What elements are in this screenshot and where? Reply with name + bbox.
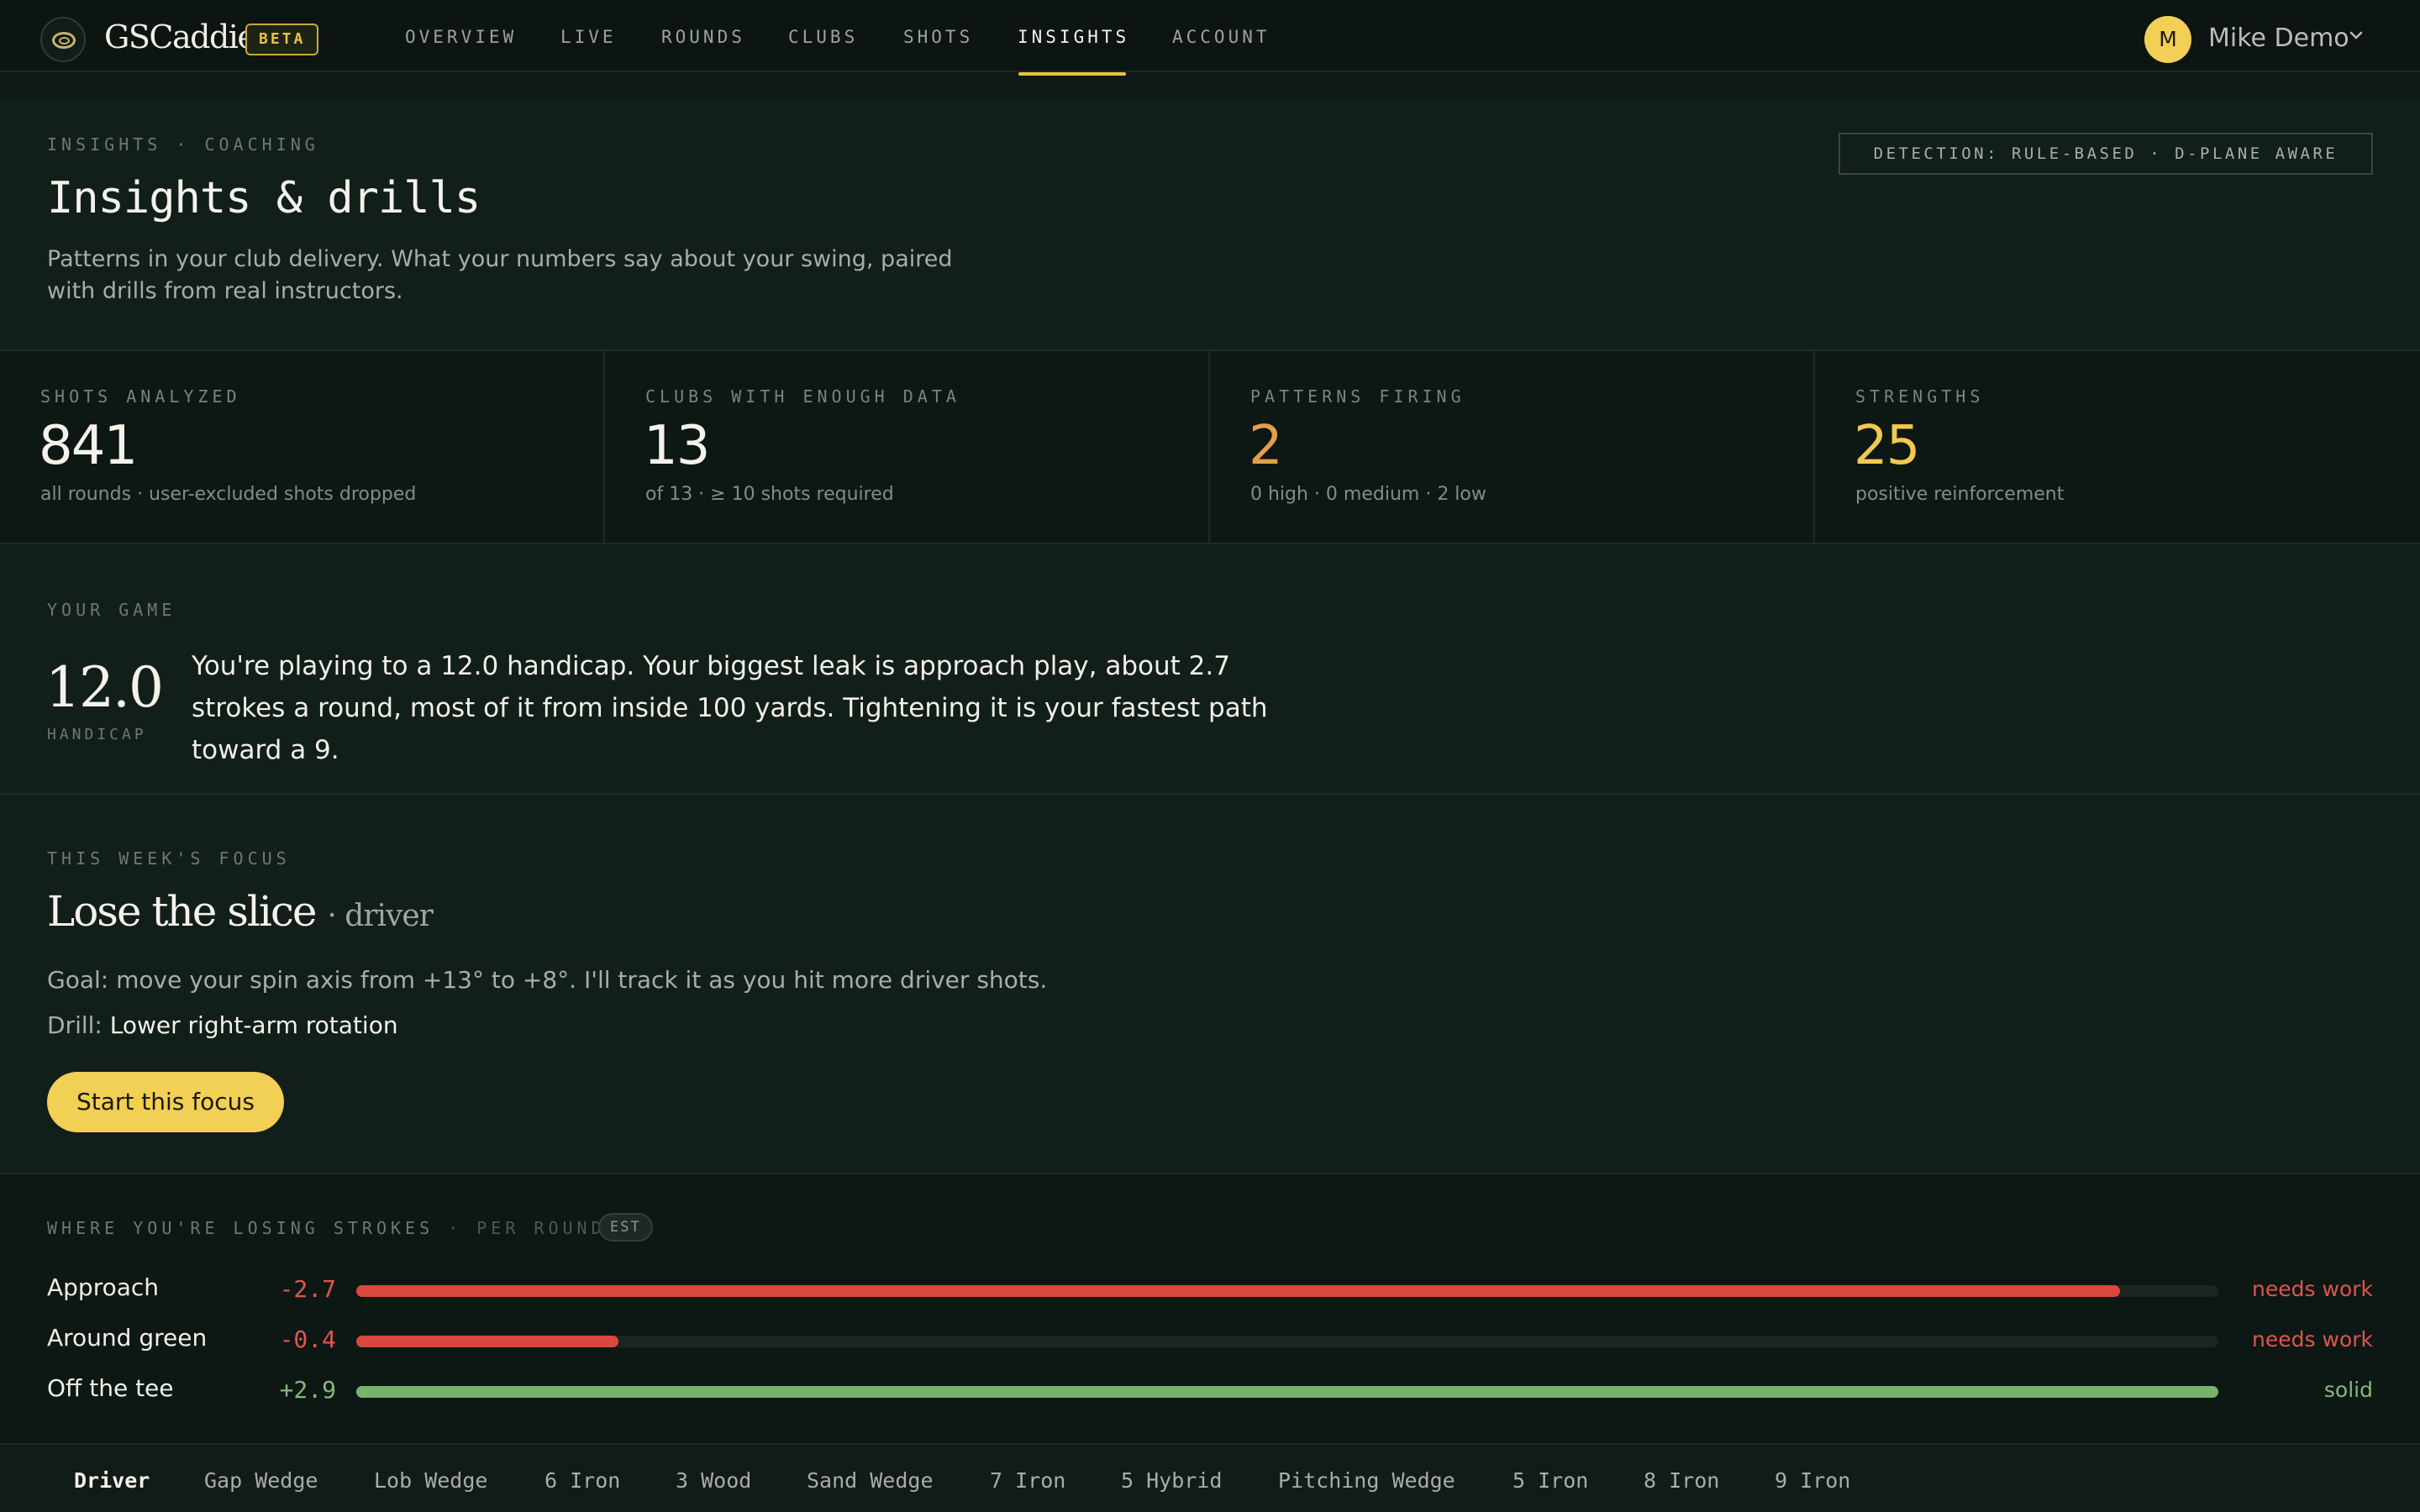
- club-tabs: Driver Gap Wedge Lob Wedge 6 Iron 3 Wood…: [0, 1445, 2420, 1512]
- strokes-value: +2.9: [279, 1376, 336, 1404]
- strokes-category: Around green: [47, 1324, 208, 1352]
- strokes-bar-fill: [356, 1386, 2218, 1398]
- strokes-row: Off the tee +2.9 solid: [0, 1374, 2420, 1408]
- strokes-value: -0.4: [279, 1326, 336, 1353]
- nav-overview[interactable]: OVERVIEW: [405, 27, 517, 47]
- strokes-status: solid: [2323, 1378, 2373, 1402]
- stat-sub: of 13 · ≥ 10 shots required: [645, 484, 894, 505]
- stat-label: PATTERNS FIRING: [1250, 386, 1465, 407]
- est-badge: EST: [598, 1213, 653, 1242]
- user-name[interactable]: Mike Demo: [2208, 24, 2349, 53]
- focus-title: Lose the slice · driver: [47, 887, 434, 936]
- club-tab-driver[interactable]: Driver: [74, 1468, 150, 1493]
- top-nav: GSCaddie BETA OVERVIEW LIVE ROUNDS CLUBS…: [0, 0, 2420, 72]
- stat-label: SHOTS ANALYZED: [40, 386, 241, 407]
- weekly-focus-section: THIS WEEK'S FOCUS Lose the slice · drive…: [0, 795, 2420, 1174]
- club-tab-6-iron[interactable]: 6 Iron: [544, 1468, 620, 1493]
- game-summary: You're playing to a 12.0 handicap. Your …: [192, 651, 1268, 765]
- club-tab-9-iron[interactable]: 9 Iron: [1775, 1468, 1850, 1493]
- strokes-category: Off the tee: [47, 1374, 174, 1402]
- page-title: Insights & drills: [47, 173, 481, 223]
- strokes-eyebrow-suffix: · PER ROUND: [448, 1218, 606, 1238]
- stat-shots-analyzed: SHOTS ANALYZED 841 all rounds · user-exc…: [0, 351, 605, 543]
- strokes-status: needs work: [2252, 1327, 2373, 1352]
- drill-prefix: Drill:: [47, 1011, 103, 1039]
- nav-account[interactable]: ACCOUNT: [1172, 27, 1270, 47]
- stats-row: SHOTS ANALYZED 841 all rounds · user-exc…: [0, 351, 2420, 544]
- chevron-down-icon[interactable]: [2348, 29, 2365, 43]
- club-tab-sand-wedge[interactable]: Sand Wedge: [807, 1468, 934, 1493]
- stat-sub: positive reinforcement: [1855, 484, 2065, 505]
- stat-strengths: STRENGTHS 25 positive reinforcement: [1815, 351, 2420, 543]
- strokes-row: Around green -0.4 needs work: [0, 1324, 2420, 1357]
- strokes-status: needs work: [2252, 1277, 2373, 1301]
- focus-goal: Goal: move your spin axis from +13° to +…: [47, 966, 1048, 994]
- focus-title-text: Lose the slice: [47, 887, 317, 936]
- nav-insights[interactable]: INSIGHTS: [1018, 27, 1129, 47]
- strokes-value: -2.7: [279, 1275, 336, 1303]
- club-tab-8-iron[interactable]: 8 Iron: [1644, 1468, 1719, 1493]
- header-eyebrow: INSIGHTS · COACHING: [47, 134, 319, 155]
- club-tab-5-hybrid[interactable]: 5 Hybrid: [1121, 1468, 1222, 1493]
- your-game-eyebrow: YOUR GAME: [47, 600, 176, 620]
- start-focus-button[interactable]: Start this focus: [47, 1072, 284, 1132]
- stat-value: 841: [39, 415, 138, 477]
- club-tab-gap-wedge[interactable]: Gap Wedge: [204, 1468, 318, 1493]
- focus-eyebrow: THIS WEEK'S FOCUS: [47, 848, 291, 869]
- strokes-eyebrow: WHERE YOU'RE LOSING STROKES · PER ROUND: [47, 1218, 606, 1238]
- strokes-eyebrow-main: WHERE YOU'RE LOSING STROKES: [47, 1218, 434, 1238]
- club-tab-3-wood[interactable]: 3 Wood: [676, 1468, 751, 1493]
- handicap-value: 12.0: [45, 655, 164, 720]
- club-tab-7-iron[interactable]: 7 Iron: [990, 1468, 1065, 1493]
- strokes-row: Approach -2.7 needs work: [0, 1273, 2420, 1307]
- nav-clubs[interactable]: CLUBS: [788, 27, 858, 47]
- active-tab-indicator: [1018, 72, 1126, 76]
- strokes-bar-track: [356, 1386, 2218, 1398]
- nav-rounds[interactable]: ROUNDS: [661, 27, 745, 47]
- detection-badge: DETECTION: RULE-BASED · D-PLANE AWARE: [1839, 133, 2373, 175]
- handicap-label: HANDICAP: [47, 726, 147, 743]
- stat-sub: all rounds · user-excluded shots dropped: [40, 484, 417, 505]
- strokes-lost-section: WHERE YOU'RE LOSING STROKES · PER ROUND …: [0, 1174, 2420, 1445]
- strokes-bar-fill: [356, 1336, 619, 1347]
- strokes-bar-fill: [356, 1285, 2120, 1297]
- stat-clubs-with-data: CLUBS WITH ENOUGH DATA 13 of 13 · ≥ 10 s…: [605, 351, 1210, 543]
- your-game-section: YOUR GAME 12.0 HANDICAP You're playing t…: [0, 544, 2420, 795]
- beta-badge: BETA: [245, 24, 319, 55]
- nav-shots[interactable]: SHOTS: [903, 27, 973, 47]
- page-description: Patterns in your club delivery. What you…: [47, 246, 953, 304]
- club-tab-lob-wedge[interactable]: Lob Wedge: [374, 1468, 487, 1493]
- club-tab-5-iron[interactable]: 5 Iron: [1512, 1468, 1588, 1493]
- focus-drill: Drill: Lower right-arm rotation: [47, 1011, 398, 1039]
- page-header: INSIGHTS · COACHING Insights & drills Pa…: [0, 97, 2420, 351]
- avatar[interactable]: M: [2144, 16, 2191, 63]
- drill-name[interactable]: Lower right-arm rotation: [110, 1011, 398, 1039]
- brand-name[interactable]: GSCaddie: [104, 18, 256, 55]
- stat-patterns-firing: PATTERNS FIRING 2 0 high · 0 medium · 2 …: [1210, 351, 1815, 543]
- stat-label: STRENGTHS: [1855, 386, 1985, 407]
- stat-value: 13: [644, 415, 710, 477]
- stat-value: 25: [1854, 415, 1920, 477]
- stat-sub: 0 high · 0 medium · 2 low: [1250, 484, 1486, 505]
- strokes-bar-track: [356, 1336, 2218, 1347]
- strokes-category: Approach: [47, 1273, 160, 1301]
- stat-label: CLUBS WITH ENOUGH DATA: [645, 386, 960, 407]
- club-tab-pitching-wedge[interactable]: Pitching Wedge: [1278, 1468, 1455, 1493]
- focus-club: · driver: [327, 899, 434, 933]
- stat-value: 2: [1249, 415, 1283, 477]
- strokes-bar-track: [356, 1285, 2218, 1297]
- logo-icon[interactable]: [40, 17, 86, 62]
- nav-live[interactable]: LIVE: [560, 27, 617, 47]
